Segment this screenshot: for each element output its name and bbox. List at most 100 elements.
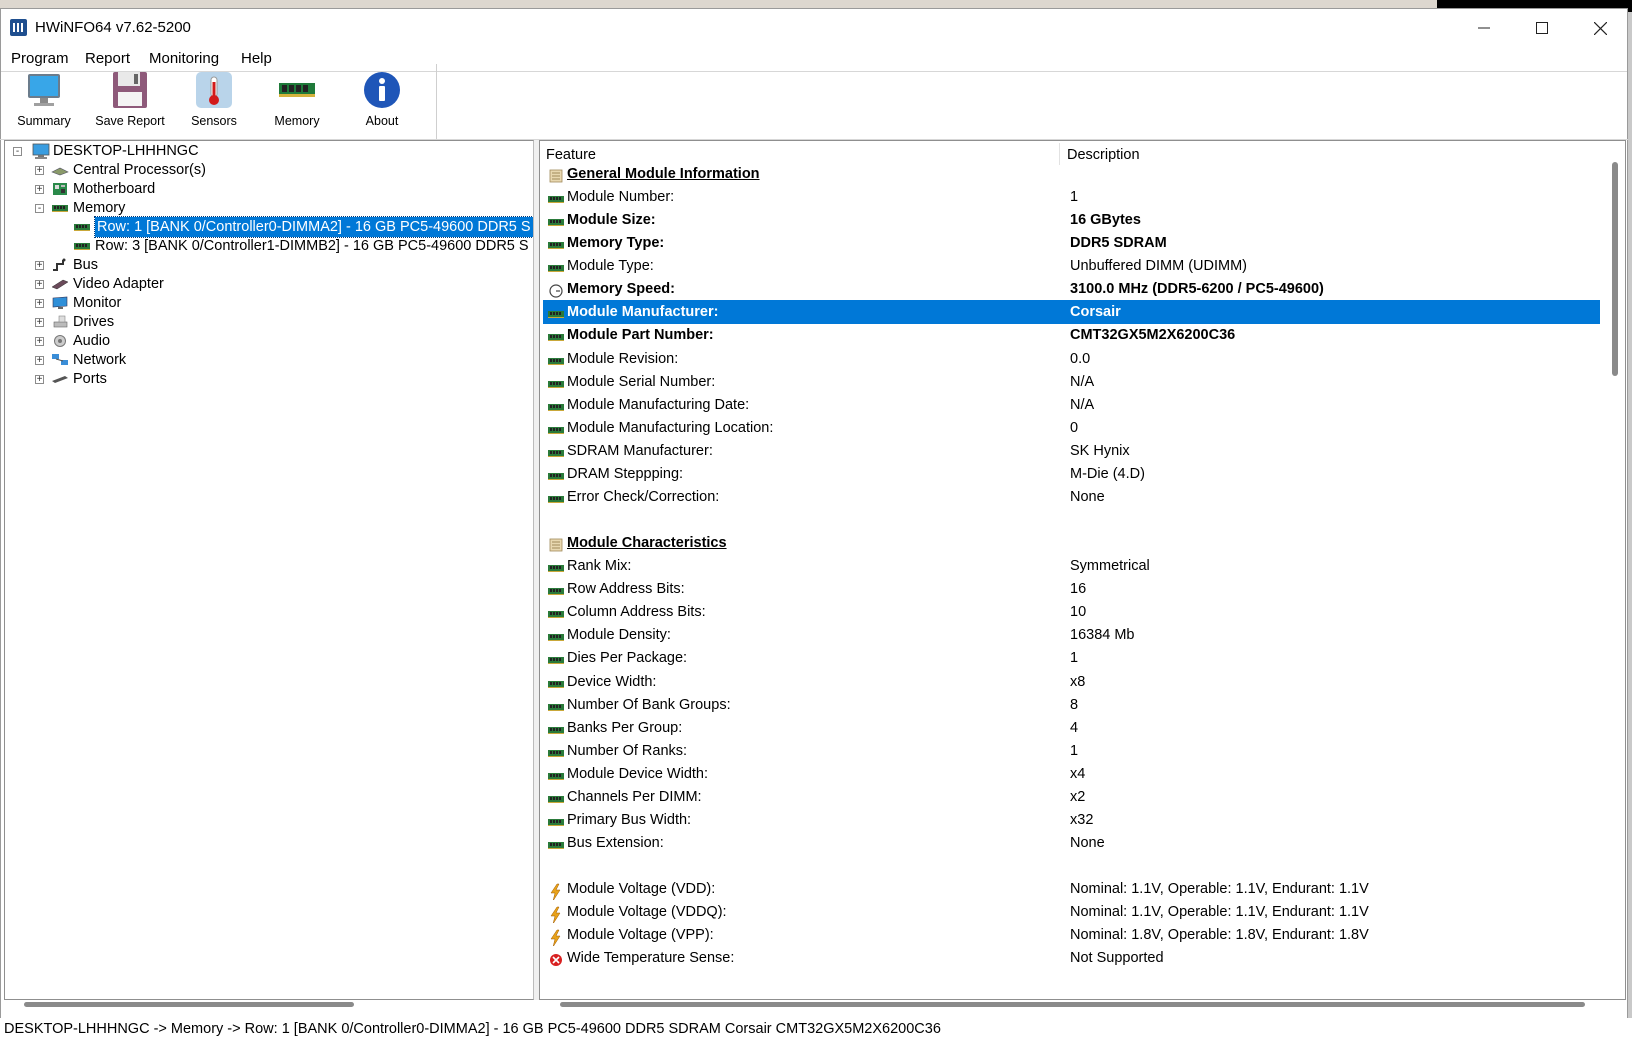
detail-row[interactable]: Memory Type: DDR5 SDRAM	[543, 231, 1600, 255]
detail-row[interactable]: Module Serial Number: N/A	[543, 370, 1600, 394]
detail-row[interactable]: Device Width: x8	[543, 670, 1600, 694]
detail-row[interactable]: Module Voltage (VPP): Nominal: 1.8V, Oper…	[543, 923, 1600, 948]
detail-row[interactable]: Channels Per DIMM: x2	[543, 785, 1600, 809]
detail-list[interactable]: Feature Description General Module Infor…	[539, 140, 1626, 1000]
tree-item[interactable]: Row: 1 [BANK 0/Controller0-DIMMA2] - 16 …	[94, 216, 533, 238]
title-bar[interactable]: HWiNFO64 v7.62-5200	[1, 9, 1627, 47]
detail-row[interactable]: Banks Per Group: 4	[543, 716, 1600, 740]
tree-item[interactable]: Video Adapter	[73, 274, 164, 294]
tree-item[interactable]: Memory	[73, 198, 125, 218]
summary-label: Summary	[17, 114, 71, 128]
ram-icon	[73, 239, 91, 253]
feature-label: Channels Per DIMM:	[567, 788, 702, 805]
section-icon	[547, 167, 565, 183]
info-icon	[364, 72, 400, 108]
tree-item[interactable]: Monitor	[73, 293, 121, 313]
feature-label: Module Voltage (VPP):	[567, 927, 714, 944]
tree-item[interactable]: Network	[73, 350, 126, 370]
tree-item[interactable]: Row: 3 [BANK 0/Controller1-DIMMB2] - 16 …	[95, 236, 529, 256]
detail-row[interactable]: Module Voltage (VDDQ): Nominal: 1.1V, Ope…	[543, 900, 1600, 925]
detail-row[interactable]: DRAM Steppping: M-Die (4.D)	[543, 462, 1600, 486]
close-button[interactable]	[1571, 9, 1629, 47]
detail-row[interactable]: Row Address Bits: 16	[543, 577, 1600, 601]
expand-toggle[interactable]: +	[35, 356, 44, 366]
detail-row[interactable]: Number Of Ranks: 1	[543, 739, 1600, 763]
detail-row[interactable]: Wide Temperature Sense: Not Supported	[543, 946, 1600, 970]
voltage-icon	[547, 882, 565, 902]
ram-icon	[547, 651, 565, 665]
gpu-icon	[51, 277, 69, 291]
detail-row[interactable]: Module Part Number: CMT32GX5M2X6200C36	[543, 323, 1600, 347]
memory-button[interactable]: Memory	[257, 70, 337, 128]
feature-label: Number Of Bank Groups:	[567, 696, 731, 713]
detail-row[interactable]: Memory Speed: 3100.0 MHz (DDR5-6200 / PC5…	[543, 277, 1600, 301]
sensors-button[interactable]: Sensors	[174, 70, 254, 128]
minimize-button[interactable]	[1455, 9, 1513, 47]
tree-horizontal-scrollbar-thumb[interactable]	[24, 1002, 354, 1007]
expand-toggle[interactable]: +	[35, 185, 44, 195]
detail-row[interactable]: Module Type: Unbuffered DIMM (UDIMM)	[543, 254, 1600, 278]
section-header[interactable]: General Module Information	[543, 162, 1600, 186]
monitor-icon	[28, 74, 60, 106]
detail-row[interactable]: Bus Extension: None	[543, 831, 1600, 855]
ram-icon	[547, 398, 565, 412]
expand-toggle[interactable]: +	[35, 261, 44, 271]
detail-row[interactable]: Module Manufacturing Location: 0	[543, 416, 1600, 440]
feature-label: DRAM Steppping:	[567, 465, 684, 482]
tree-item[interactable]: Ports	[73, 369, 107, 389]
tree-root[interactable]: DESKTOP-LHHHNGC	[53, 141, 199, 161]
detail-row[interactable]: Module Revision: 0.0	[543, 347, 1600, 371]
clock-icon	[547, 282, 565, 298]
expand-toggle[interactable]: +	[35, 337, 44, 347]
tree-item[interactable]: Drives	[73, 312, 114, 332]
ram-icon	[547, 744, 565, 758]
feature-label: SDRAM Manufacturer:	[567, 442, 713, 459]
floppy-icon	[113, 72, 147, 108]
detail-row[interactable]: Module Voltage (VDD): Nominal: 1.1V, Oper…	[543, 877, 1600, 902]
ram-icon	[51, 201, 69, 215]
about-label: About	[365, 114, 399, 128]
detail-row[interactable]: Module Manufacturing Date: N/A	[543, 393, 1600, 417]
tree-item[interactable]: Central Processor(s)	[73, 160, 206, 180]
detail-row[interactable]: Dies Per Package: 1	[543, 646, 1600, 670]
column-header-feature[interactable]: Feature	[546, 147, 596, 163]
feature-label: Module Serial Number:	[567, 373, 716, 390]
detail-row[interactable]: Number Of Bank Groups: 8	[543, 693, 1600, 717]
ram-icon	[547, 698, 565, 712]
ram-icon	[547, 467, 565, 481]
feature-label: Column Address Bits:	[567, 604, 706, 621]
tree-item[interactable]: Motherboard	[73, 179, 155, 199]
detail-row[interactable]: Primary Bus Width: x32	[543, 808, 1600, 832]
expand-toggle[interactable]: +	[35, 318, 44, 328]
column-header-description[interactable]: Description	[1067, 147, 1140, 163]
expand-toggle[interactable]: +	[35, 299, 44, 309]
maximize-button[interactable]	[1513, 9, 1571, 47]
detail-row[interactable]: Module Manufacturer: Corsair	[543, 300, 1600, 325]
detail-row[interactable]: Rank Mix: Symmetrical	[543, 554, 1600, 578]
about-button[interactable]: About	[342, 70, 422, 128]
expand-toggle[interactable]: +	[35, 280, 44, 290]
detail-horizontal-scrollbar-thumb[interactable]	[560, 1002, 1585, 1007]
ram-icon	[547, 790, 565, 804]
detail-row[interactable]: Column Address Bits: 10	[543, 600, 1600, 624]
detail-row[interactable]: Module Density: 16384 Mb	[543, 623, 1600, 647]
detail-row[interactable]: Module Number: 1	[543, 185, 1600, 209]
device-tree[interactable]: - DESKTOP-LHHHNGC + Central Processor(s) +…	[4, 140, 534, 1000]
expand-toggle[interactable]: +	[35, 375, 44, 385]
detail-row[interactable]: SDRAM Manufacturer: SK Hynix	[543, 439, 1600, 463]
ram-icon	[547, 628, 565, 642]
summary-button[interactable]: Summary	[4, 70, 84, 128]
tree-item[interactable]: Audio	[73, 331, 110, 351]
collapse-root-toggle[interactable]: -	[13, 147, 22, 157]
feature-label: Module Size:	[567, 212, 656, 229]
drive-icon	[51, 315, 69, 329]
tree-item[interactable]: Bus	[73, 255, 98, 275]
section-header[interactable]: Module Characteristics	[543, 531, 1600, 555]
detail-row[interactable]: Module Size: 16 GBytes	[543, 208, 1600, 232]
detail-row[interactable]: Module Device Width: x4	[543, 762, 1600, 786]
expand-toggle[interactable]: -	[35, 204, 44, 214]
expand-toggle[interactable]: +	[35, 166, 44, 176]
save-report-button[interactable]: Save Report	[90, 70, 170, 128]
detail-row[interactable]: Error Check/Correction: None	[543, 485, 1600, 509]
vertical-scrollbar-thumb[interactable]	[1612, 162, 1618, 376]
